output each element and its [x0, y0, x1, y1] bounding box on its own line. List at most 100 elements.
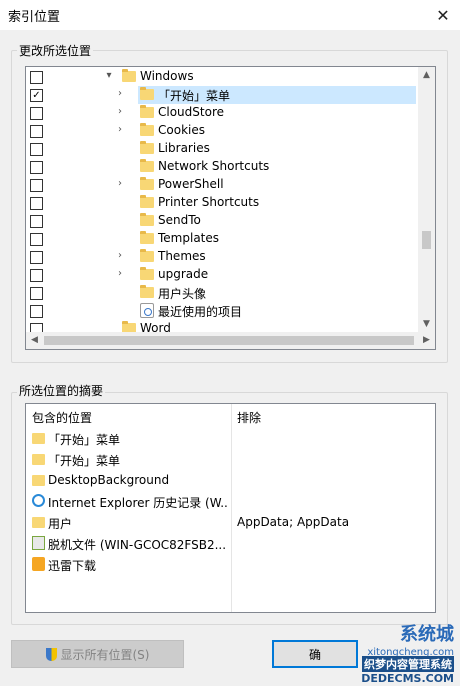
summary-list[interactable]: 包含的位置 排除 「开始」菜单 「开始」菜单 DesktopBackground In…: [25, 403, 436, 613]
summary-location: DesktopBackground: [48, 473, 170, 487]
tree-item-label: PowerShell: [158, 177, 224, 191]
show-all-label: 显示所有位置(S): [60, 647, 150, 662]
tree-checkbox[interactable]: [30, 215, 43, 228]
scroll-right-icon[interactable]: ▶: [418, 332, 435, 349]
tree-checkbox[interactable]: [30, 179, 43, 192]
scroll-down-icon[interactable]: ▼: [418, 316, 435, 333]
change-locations-label: 更改所选位置: [17, 42, 94, 59]
tree-item[interactable]: 用户头像: [26, 284, 418, 302]
summary-location: 迅雷下载: [48, 559, 97, 573]
scroll-thumb-horizontal[interactable]: [44, 336, 414, 345]
scroll-up-icon[interactable]: ▲: [418, 67, 435, 84]
summary-location: Internet Explorer 历史记录 (W...: [48, 496, 228, 510]
tree-item-label: upgrade: [158, 267, 209, 281]
summary-location: 「开始」菜单: [48, 454, 121, 468]
folder-icon: [140, 231, 154, 244]
recent-items-icon: [140, 303, 154, 318]
tree-checkbox[interactable]: [30, 125, 43, 138]
folder-icon: [140, 177, 154, 190]
location-tree[interactable]: Word 最近使用的项目 用户头像 › upgrade › Themes Templates S…: [25, 66, 436, 350]
summary-exclude: AppData; AppData: [237, 515, 350, 529]
scroll-left-icon[interactable]: ◀: [26, 332, 43, 349]
tree-item[interactable]: Network Shortcuts: [26, 158, 418, 176]
tree-item-label: Windows: [140, 69, 194, 83]
column-header-exclude[interactable]: 排除: [237, 409, 261, 426]
tree-checkbox[interactable]: [30, 251, 43, 264]
tree-item-label: 最近使用的项目: [158, 305, 243, 319]
folder-icon: [140, 87, 154, 100]
tree-checkbox[interactable]: [30, 287, 43, 300]
offline-files-icon: [32, 536, 45, 550]
chevron-right-icon[interactable]: ›: [115, 178, 125, 190]
summary-row[interactable]: DesktopBackground: [26, 470, 435, 491]
tree-item[interactable]: Printer Shortcuts: [26, 194, 418, 212]
close-icon[interactable]: ✕: [426, 0, 460, 30]
summary-location: 用户: [48, 517, 73, 531]
scroll-thumb[interactable]: [422, 231, 431, 249]
tree-checkbox[interactable]: ✓: [30, 89, 43, 102]
tree-item[interactable]: › PowerShell: [26, 176, 418, 194]
watermark: 系统城 xitongcheng.com 织梦内容管理系统 DEDECMS.COM: [310, 624, 460, 686]
column-header-location[interactable]: 包含的位置: [32, 409, 92, 426]
tree-item-label: SendTo: [158, 213, 201, 227]
tree-item-label: Printer Shortcuts: [158, 195, 260, 209]
tree-item-label: CloudStore: [158, 105, 224, 119]
tree-item[interactable]: SendTo: [26, 212, 418, 230]
summary-row[interactable]: Internet Explorer 历史记录 (W...: [26, 491, 435, 512]
chevron-right-icon[interactable]: ›: [115, 124, 125, 136]
tree-item[interactable]: ▾ Windows: [26, 68, 418, 86]
summary-row[interactable]: 迅雷下载: [26, 554, 435, 575]
tree-item-label: Cookies: [158, 123, 205, 137]
tree-checkbox[interactable]: [30, 305, 43, 318]
folder-icon: [140, 249, 154, 262]
tree-item[interactable]: › upgrade: [26, 266, 418, 284]
summary-location: 脱机文件 (WIN-GCOC82FSB2...: [48, 538, 227, 552]
tree-item[interactable]: › Themes: [26, 248, 418, 266]
folder-icon: [140, 123, 154, 136]
tree-checkbox[interactable]: [30, 161, 43, 174]
chevron-right-icon[interactable]: ›: [115, 268, 125, 280]
folder-icon: [140, 195, 154, 208]
tree-item-label: Libraries: [158, 141, 210, 155]
tree-item[interactable]: ✓ › 「开始」菜单: [26, 86, 418, 104]
tree-item[interactable]: Templates: [26, 230, 418, 248]
folder-icon: [122, 69, 136, 82]
tree-item[interactable]: 最近使用的项目: [26, 302, 418, 320]
thunder-icon: [32, 557, 45, 571]
chevron-right-icon[interactable]: ›: [115, 106, 125, 118]
show-all-locations-button[interactable]: 显示所有位置(S): [11, 640, 184, 668]
tree-item-label: Templates: [158, 231, 220, 245]
folder-icon: [140, 213, 154, 226]
tree-item[interactable]: › Cookies: [26, 122, 418, 140]
summary-row[interactable]: 脱机文件 (WIN-GCOC82FSB2...: [26, 533, 435, 554]
tree-vertical-scrollbar[interactable]: ▲ ▼: [418, 67, 435, 333]
shield-icon: [45, 647, 57, 661]
summary-row[interactable]: 用户 AppData; AppData: [26, 512, 435, 533]
folder-icon: [140, 285, 154, 298]
folder-icon: [32, 517, 45, 528]
watermark-cms: 织梦内容管理系统: [362, 656, 454, 672]
tree-checkbox[interactable]: [30, 71, 43, 84]
tree-checkbox[interactable]: [30, 143, 43, 156]
chevron-down-icon[interactable]: ▾: [104, 70, 114, 82]
summary-row[interactable]: 「开始」菜单: [26, 428, 435, 449]
chevron-right-icon[interactable]: ›: [115, 88, 125, 100]
folder-icon: [140, 105, 154, 118]
tree-checkbox[interactable]: [30, 197, 43, 210]
tree-checkbox[interactable]: [30, 269, 43, 282]
tree-item-label: 「开始」菜单: [158, 89, 231, 103]
tree-item-label: 用户头像: [158, 287, 207, 301]
tree-item[interactable]: › CloudStore: [26, 104, 418, 122]
tree-checkbox[interactable]: [30, 107, 43, 120]
watermark-brand: 系统城: [400, 624, 454, 645]
tree-horizontal-scrollbar[interactable]: ◀ ▶: [26, 332, 435, 349]
tree-checkbox[interactable]: [30, 233, 43, 246]
chevron-right-icon[interactable]: ›: [115, 250, 125, 262]
tree-item[interactable]: Libraries: [26, 140, 418, 158]
folder-icon: [140, 141, 154, 154]
folder-icon: [32, 454, 45, 465]
folder-icon: [140, 159, 154, 172]
summary-row[interactable]: 「开始」菜单: [26, 449, 435, 470]
summary-label: 所选位置的摘要: [17, 382, 106, 399]
watermark-cms-url: DEDECMS.COM: [361, 672, 454, 685]
